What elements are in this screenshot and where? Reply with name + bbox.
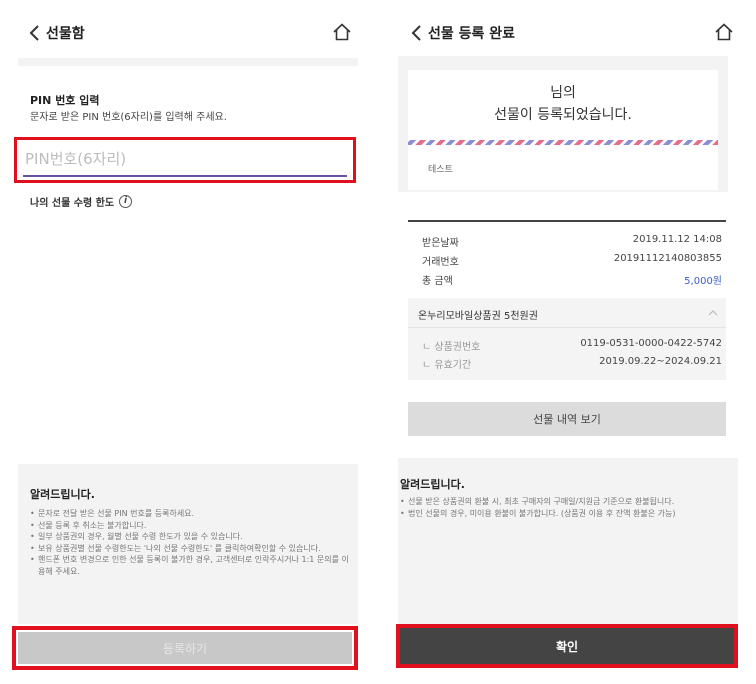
page-title: 선물 등록 완료	[428, 26, 516, 42]
voucher-number-value: 0119-0531-0000-0422-5742	[580, 338, 722, 349]
notice-item: 핸드폰 번호 변경으로 인한 선물 등록이 불가한 경우, 고객센터로 인락주시…	[30, 554, 350, 577]
confirm-button-highlight: 확인	[396, 624, 738, 668]
validity-row: ㄴ 유효기간 2019.09.22~2024.09.21	[422, 356, 722, 371]
transaction-label: 거래번호	[422, 257, 459, 268]
notice-item: 일부 상품권의 경우, 월별 선물 수령 한도가 있을 수 있습니다.	[30, 531, 350, 543]
notice-list: 선물 받은 상품권의 환불 시, 최초 구매자의 구매일/지원금 기준으로 환불…	[400, 496, 728, 519]
transaction-value: 20191112140803855	[613, 253, 722, 264]
received-date-row: 받은날짜 2019.11.12 14:08	[422, 234, 722, 249]
gift-box-screen: 선물함 PIN 번호 입력 문자로 받은 PIN 번호(6자리)를 입력해 주세…	[0, 0, 374, 684]
gift-message: 테스트	[428, 165, 453, 175]
gift-limit-label: 나의 선물 수령 한도	[30, 198, 115, 209]
gift-detail-card: 받은날짜 2019.11.12 14:08 거래번호 2019111214080…	[408, 220, 726, 380]
gift-limit-link[interactable]: 나의 선물 수령 한도 i	[30, 194, 133, 209]
notice-box: 알려드립니다. 선물 받은 상품권의 환불 시, 최초 구매자의 구매일/지원금…	[398, 458, 738, 628]
header: 선물 등록 완료	[382, 0, 756, 64]
header: 선물함	[0, 0, 374, 64]
gift-registered-screen: 선물 등록 완료 님의 선물이 등록되었습니다. 테스트 받은날짜 2019.1…	[382, 0, 756, 684]
total-row: 총 금액 5,000원	[422, 272, 722, 287]
total-label: 총 금액	[422, 276, 453, 287]
voucher-number-label: ㄴ 상품권번호	[422, 342, 481, 353]
notice-item: 법인 선물의 경우, 미이용 환불이 불가합니다. (상품권 이용 후 잔액 환…	[400, 508, 728, 520]
back-arrow-icon[interactable]	[410, 24, 424, 42]
transaction-summary: 받은날짜 2019.11.12 14:08 거래번호 2019111214080…	[408, 222, 726, 298]
registration-complete-card: 님의 선물이 등록되었습니다. 테스트	[398, 56, 728, 192]
gift-card: 님의 선물이 등록되었습니다. 테스트	[408, 70, 718, 190]
voucher-number-row: ㄴ 상품권번호 0119-0531-0000-0422-5742	[422, 338, 722, 353]
register-button-highlight: 등록하기	[12, 626, 358, 670]
product-name: 온누리모바일상품권 5천원권	[418, 311, 538, 322]
pin-section-title: PIN 번호 입력	[30, 94, 100, 107]
notice-item: 선물 등록 후 취소는 불가합니다.	[30, 520, 350, 532]
gift-history-button[interactable]: 선물 내역 보기	[408, 402, 726, 436]
notice-title: 알려드립니다.	[30, 488, 95, 501]
pin-input[interactable]	[23, 143, 347, 177]
home-icon[interactable]	[332, 22, 352, 42]
transaction-row: 거래번호 20191112140803855	[422, 253, 722, 268]
received-date-value: 2019.11.12 14:08	[632, 234, 722, 245]
notice-item: 선물 받은 상품권의 환불 시, 최초 구매자의 구매일/지원금 기준으로 환불…	[400, 496, 728, 508]
pin-section-desc: 문자로 받은 PIN 번호(6자리)를 입력해 주세요.	[30, 112, 227, 123]
notice-title: 알려드립니다.	[400, 478, 465, 491]
header-divider	[18, 58, 358, 66]
notice-list: 문자로 전달 받은 선물 PIN 번호를 등록하세요. 선물 등록 후 취소는 …	[30, 508, 350, 577]
validity-label: ㄴ 유효기간	[422, 360, 472, 371]
notice-item: 보유 상품권별 선물 수령한도는 '나의 선물 수령한도' 를 클릭하여확인할 …	[30, 543, 350, 555]
notice-box: 알려드립니다. 문자로 전달 받은 선물 PIN 번호를 등록하세요. 선물 등…	[18, 464, 358, 624]
product-accordion[interactable]: 온누리모바일상품권 5천원권	[408, 302, 726, 328]
pin-input-highlight	[14, 137, 356, 183]
notice-item: 문자로 전달 받은 선물 PIN 번호를 등록하세요.	[30, 508, 350, 520]
info-icon[interactable]: i	[119, 195, 133, 208]
home-icon[interactable]	[714, 22, 734, 42]
confirm-button[interactable]: 확인	[400, 628, 734, 664]
register-button[interactable]: 등록하기	[18, 632, 352, 664]
total-value: 5,000원	[684, 276, 722, 287]
airmail-stripe	[408, 140, 718, 145]
page-title: 선물함	[46, 26, 85, 42]
received-date-label: 받은날짜	[422, 238, 459, 249]
recipient-line: 님의	[550, 85, 576, 101]
chevron-up-icon[interactable]	[708, 309, 718, 317]
completion-message: 선물이 등록되었습니다.	[494, 107, 632, 123]
validity-value: 2019.09.22~2024.09.21	[599, 356, 722, 367]
back-arrow-icon[interactable]	[28, 24, 42, 42]
